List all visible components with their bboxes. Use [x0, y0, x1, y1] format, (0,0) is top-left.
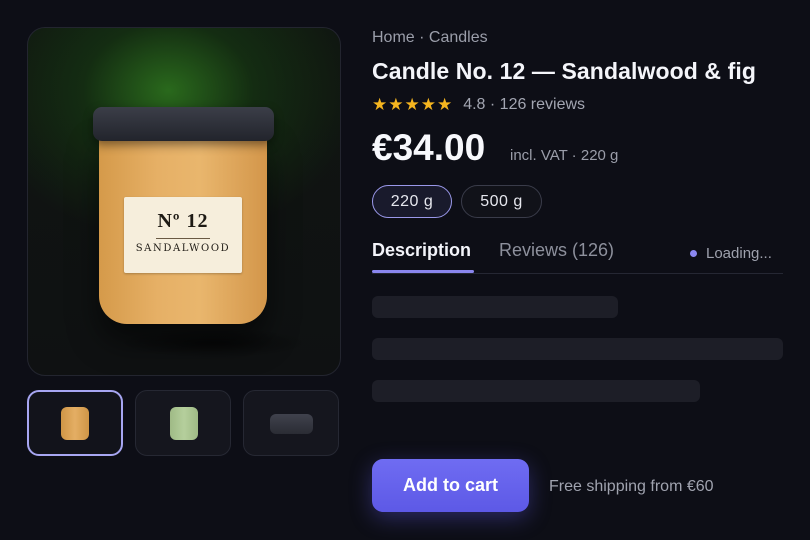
jar-label-name: SANDALWOOD [135, 243, 231, 254]
add-to-cart-button[interactable]: Add to cart [372, 459, 529, 512]
loading-status: Loading... [690, 245, 772, 262]
breadcrumb[interactable]: Home · Candles [372, 29, 488, 47]
tab-reviews[interactable]: Reviews (126) [499, 240, 614, 261]
size-option-220g[interactable]: 220 g [372, 185, 452, 218]
jar-shadow [118, 328, 308, 358]
product-title: Candle No. 12 — Sandalwood & fig [372, 58, 757, 84]
thumbnail-amber-jar [61, 407, 89, 440]
tab-divider [372, 273, 783, 274]
jar-label: Nº 12 SANDALWOOD [124, 197, 242, 273]
rating-text: 4.8 · 126 reviews [463, 96, 586, 113]
thumbnail-1[interactable] [27, 390, 123, 456]
product-image: Nº 12 SANDALWOOD [27, 27, 341, 376]
tab-active-indicator [372, 270, 474, 273]
price-note: incl. VAT · 220 g [510, 147, 619, 164]
skeleton-line [372, 296, 618, 318]
skeleton-line [372, 380, 700, 402]
size-option-500g[interactable]: 500 g [461, 185, 542, 218]
skeleton-line [372, 338, 783, 360]
loading-text: Loading... [706, 245, 772, 262]
candle-lid [93, 107, 274, 141]
thumbnail-3[interactable] [243, 390, 339, 456]
price: €34.00 [372, 127, 486, 168]
thumbnail-2[interactable] [135, 390, 231, 456]
jar-label-rule [156, 238, 210, 239]
thumbnail-dark-lid [270, 414, 313, 434]
loading-dot-icon [690, 250, 697, 257]
tab-description[interactable]: Description [372, 240, 471, 261]
star-rating-icon: ★★★★★ [372, 95, 454, 114]
shipping-note: Free shipping from €60 [549, 478, 714, 495]
thumbnail-sage-jar [170, 407, 198, 440]
rating-row[interactable]: ★★★★★ 4.8 · 126 reviews [372, 95, 585, 115]
jar-label-number: Nº 12 [157, 210, 209, 232]
